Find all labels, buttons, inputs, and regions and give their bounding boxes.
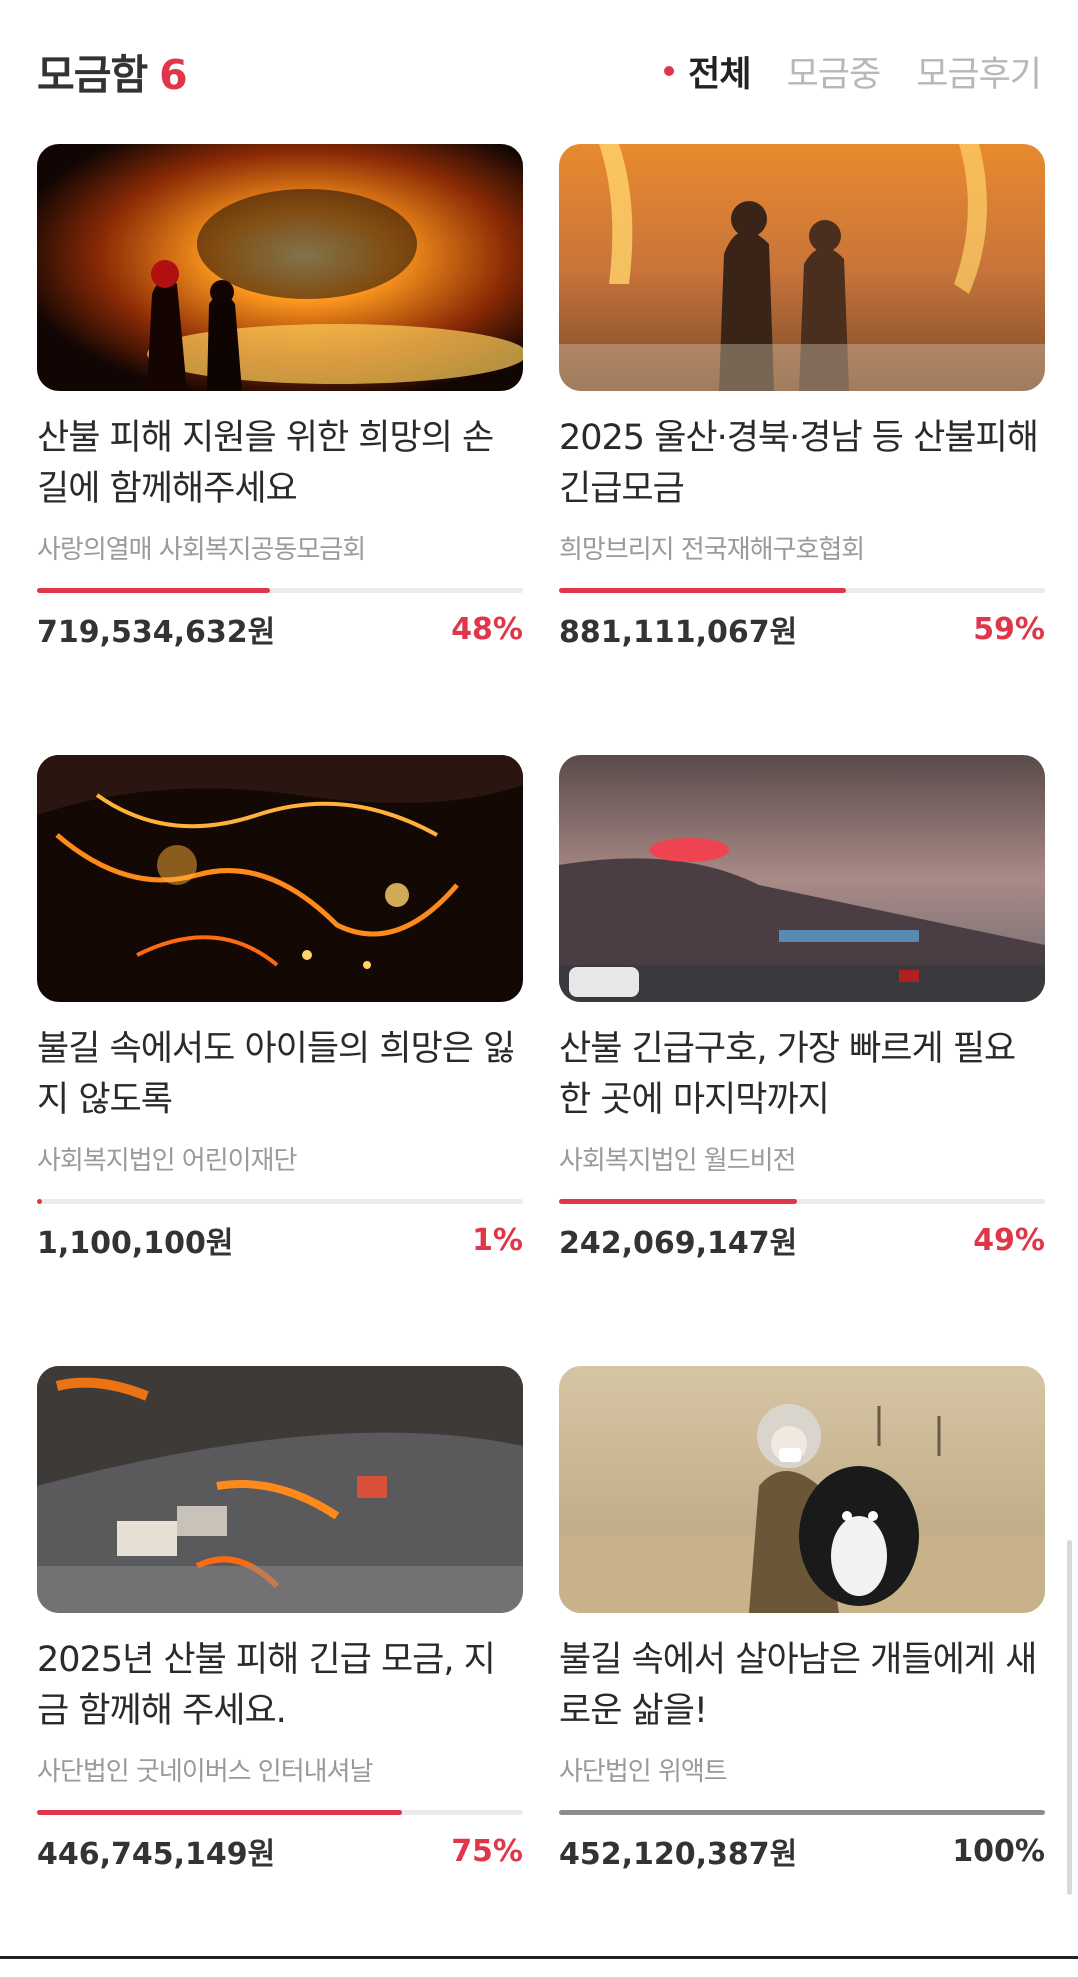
amount-row: 452,120,387원 100%: [559, 1829, 1045, 1873]
raised-amount: 1,100,100원: [37, 1218, 234, 1262]
tab-label: 모금중: [787, 46, 881, 97]
progress-bar: [37, 1199, 523, 1204]
campaign-image: [37, 755, 523, 1002]
progress-fill: [37, 1199, 42, 1204]
amount-row: 242,069,147원 49%: [559, 1218, 1045, 1262]
progress-fill: [559, 1810, 1045, 1815]
campaign-org: 사회복지법인 어린이재단: [37, 1140, 523, 1177]
amount-row: 1,100,100원 1%: [37, 1218, 523, 1262]
progress-percent: 49%: [973, 1223, 1045, 1258]
campaign-image: [37, 1366, 523, 1613]
raised-amount: 719,534,632원: [37, 607, 275, 651]
progress-bar: [559, 1810, 1045, 1815]
tab-all[interactable]: 전체: [664, 46, 750, 97]
campaign-image: [559, 144, 1045, 391]
campaign-org: 사회복지법인 월드비전: [559, 1140, 1045, 1177]
progress-fill: [559, 1199, 797, 1204]
progress-fill: [37, 588, 270, 593]
campaign-card-4[interactable]: 산불 긴급구호, 가장 빠르게 필요한 곳에 마지막까지 사회복지법인 월드비전…: [559, 755, 1045, 1366]
raised-amount: 452,120,387원: [559, 1829, 797, 1873]
page-header: 모금함 6 전체 모금중 모금후기: [37, 36, 1041, 106]
campaign-card-5[interactable]: 2025년 산불 피해 긴급 모금, 지금 함께해 주세요. 사단법인 굿네이버…: [37, 1366, 523, 1977]
campaign-org: 희망브리지 전국재해구호협회: [559, 529, 1045, 566]
progress-percent: 75%: [451, 1834, 523, 1869]
title-label: 모금함: [37, 41, 147, 101]
campaign-title: 산불 피해 지원을 위한 희망의 손길에 함께해주세요: [37, 413, 523, 515]
campaign-grid: 산불 피해 지원을 위한 희망의 손길에 함께해주세요 사랑의열매 사회복지공동…: [37, 144, 1045, 1977]
progress-fill: [559, 588, 846, 593]
campaign-org: 사단법인 위액트: [559, 1751, 1045, 1788]
progress-bar: [37, 588, 523, 593]
campaign-count: 6: [159, 51, 187, 99]
campaign-title: 불길 속에서도 아이들의 희망은 잃지 않도록: [37, 1024, 523, 1126]
raised-amount: 446,745,149원: [37, 1829, 275, 1873]
campaign-title: 2025년 산불 피해 긴급 모금, 지금 함께해 주세요.: [37, 1635, 523, 1737]
campaign-title: 산불 긴급구호, 가장 빠르게 필요한 곳에 마지막까지: [559, 1024, 1045, 1126]
raised-amount: 242,069,147원: [559, 1218, 797, 1262]
tab-label: 모금후기: [916, 46, 1041, 97]
progress-percent: 59%: [973, 612, 1045, 647]
campaign-card-3[interactable]: 불길 속에서도 아이들의 희망은 잃지 않도록 사회복지법인 어린이재단 1,1…: [37, 755, 523, 1366]
scrollbar[interactable]: [1067, 1540, 1072, 1895]
progress-fill: [37, 1810, 402, 1815]
campaign-image: [559, 755, 1045, 1002]
campaign-card-2[interactable]: 2025 울산·경북·경남 등 산불피해 긴급모금 희망브리지 전국재해구호협회…: [559, 144, 1045, 755]
amount-row: 881,111,067원 59%: [559, 607, 1045, 651]
progress-percent: 48%: [451, 612, 523, 647]
campaign-card-6[interactable]: 불길 속에서 살아남은 개들에게 새로운 삶을! 사단법인 위액트 452,12…: [559, 1366, 1045, 1977]
filter-tabs: 전체 모금중 모금후기: [628, 46, 1041, 97]
progress-bar: [559, 1199, 1045, 1204]
progress-percent: 100%: [952, 1834, 1045, 1869]
tab-label: 전체: [688, 46, 750, 97]
active-dot-icon: [664, 66, 674, 76]
progress-percent: 1%: [472, 1223, 523, 1258]
campaign-title: 2025 울산·경북·경남 등 산불피해 긴급모금: [559, 413, 1045, 515]
campaign-org: 사랑의열매 사회복지공동모금회: [37, 529, 523, 566]
progress-bar: [37, 1810, 523, 1815]
amount-row: 446,745,149원 75%: [37, 1829, 523, 1873]
campaign-image: [559, 1366, 1045, 1613]
raised-amount: 881,111,067원: [559, 607, 797, 651]
campaign-image: [37, 144, 523, 391]
tab-reviews[interactable]: 모금후기: [916, 46, 1041, 97]
campaign-title: 불길 속에서 살아남은 개들에게 새로운 삶을!: [559, 1635, 1045, 1737]
amount-row: 719,534,632원 48%: [37, 607, 523, 651]
tab-ongoing[interactable]: 모금중: [787, 46, 881, 97]
progress-bar: [559, 588, 1045, 593]
page-title: 모금함 6: [37, 41, 187, 101]
campaign-card-1[interactable]: 산불 피해 지원을 위한 희망의 손길에 함께해주세요 사랑의열매 사회복지공동…: [37, 144, 523, 755]
campaign-org: 사단법인 굿네이버스 인터내셔날: [37, 1751, 523, 1788]
